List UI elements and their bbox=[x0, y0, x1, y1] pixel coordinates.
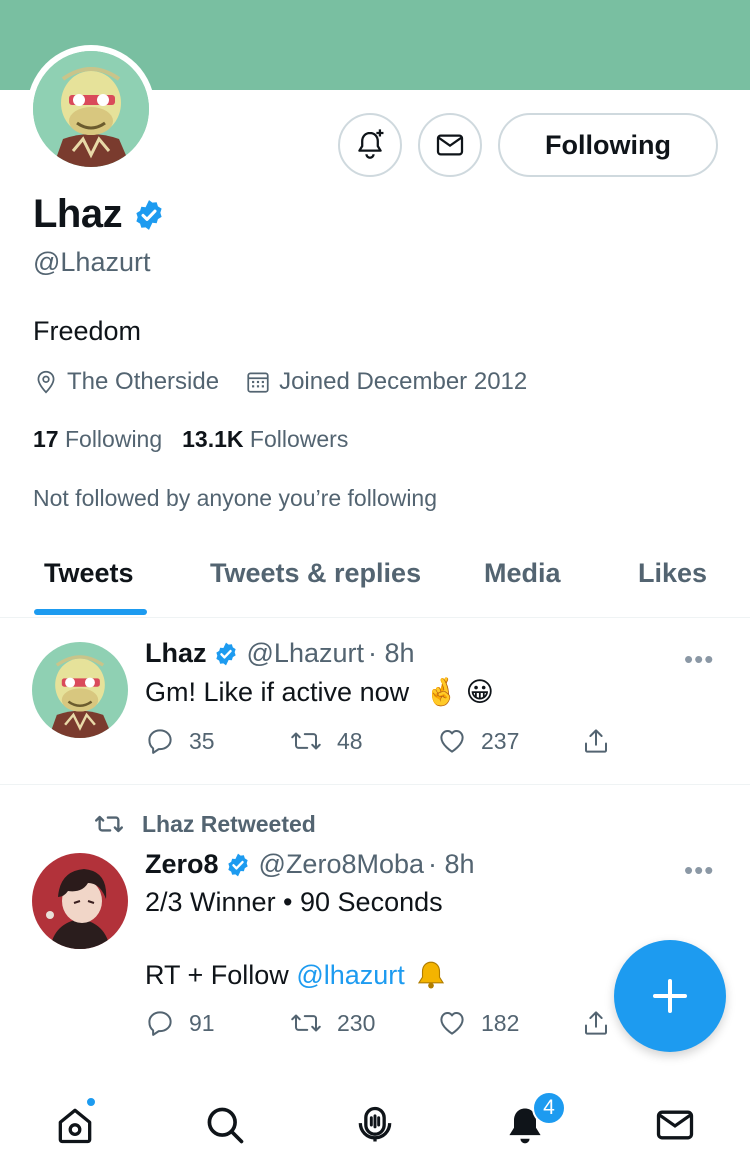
calendar-icon bbox=[247, 372, 269, 393]
tweet-text-line2: RT + Follow @lhazurt bbox=[145, 958, 449, 992]
tweet-author-name[interactable]: Lhaz bbox=[145, 638, 207, 669]
profile-name-row: Lhaz bbox=[33, 192, 166, 237]
bell-plus-icon bbox=[358, 129, 384, 159]
tweet-more-button[interactable]: ••• bbox=[684, 644, 714, 675]
retweet-action[interactable]: 48 bbox=[289, 726, 437, 756]
compose-tweet-button[interactable] bbox=[614, 940, 726, 1052]
retweet-action[interactable]: 230 bbox=[289, 1008, 437, 1038]
share-action[interactable] bbox=[581, 726, 611, 756]
retweet-icon bbox=[291, 1014, 321, 1032]
tweet-time: · 8h bbox=[428, 849, 475, 879]
mention-link[interactable]: @lhazurt bbox=[296, 960, 404, 991]
tweet-author-name[interactable]: Zero8 bbox=[145, 849, 219, 880]
ape-avatar-icon bbox=[32, 642, 128, 738]
profile-name: Lhaz bbox=[33, 192, 123, 236]
reply-count: 91 bbox=[189, 1009, 215, 1036]
reply-icon bbox=[148, 1011, 172, 1036]
tab-tweets[interactable]: Tweets bbox=[44, 558, 134, 589]
tweet-text-line1: 2/3 Winner • 90 Seconds bbox=[145, 887, 443, 917]
reply-count: 35 bbox=[189, 727, 215, 754]
like-count: 182 bbox=[481, 1009, 520, 1036]
retweeted-text: Lhaz Retweeted bbox=[142, 810, 316, 837]
retweet-icon bbox=[291, 732, 321, 750]
like-action[interactable]: 237 bbox=[437, 726, 581, 756]
nav-messages[interactable] bbox=[650, 1100, 700, 1150]
retweet-count: 48 bbox=[337, 727, 363, 754]
heart-icon bbox=[440, 1012, 464, 1035]
followers-stat[interactable]: 13.1K Followers bbox=[182, 426, 348, 453]
following-button[interactable]: Following bbox=[498, 113, 718, 177]
spaces-microphone-icon bbox=[358, 1106, 392, 1142]
share-icon bbox=[585, 1011, 607, 1035]
tweet-author-handle[interactable]: @Zero8Moba bbox=[259, 849, 424, 880]
notification-count-badge: 4 bbox=[532, 1091, 566, 1125]
tweet-emoji: 🤞 😀 bbox=[424, 677, 494, 707]
tweet-avatar[interactable] bbox=[32, 853, 128, 949]
envelope-icon bbox=[436, 134, 464, 156]
notify-bell-button[interactable] bbox=[338, 113, 402, 177]
search-icon bbox=[207, 1107, 244, 1144]
envelope-icon bbox=[656, 1110, 694, 1140]
like-count: 237 bbox=[481, 727, 520, 754]
share-action[interactable] bbox=[581, 1008, 611, 1038]
tweet-header: Zero8 @Zero8Moba · 8h bbox=[145, 849, 475, 880]
share-icon bbox=[585, 729, 607, 753]
bottom-nav bbox=[0, 1074, 750, 1174]
tweet-body: Gm! Like if active now bbox=[145, 677, 410, 707]
retweet-count: 230 bbox=[337, 1009, 376, 1036]
reply-icon bbox=[148, 729, 172, 754]
home-unread-dot bbox=[85, 1096, 97, 1108]
tweet-author-handle[interactable]: @Lhazurt bbox=[247, 638, 364, 669]
location-text: The Otherside bbox=[67, 368, 220, 395]
joined-text: Joined December 2012 bbox=[279, 368, 528, 395]
retweet-icon bbox=[94, 815, 123, 833]
tweet-header: Lhaz @Lhazurt · 8h bbox=[145, 638, 415, 669]
nav-spaces[interactable] bbox=[350, 1100, 400, 1150]
profile-bio: Freedom bbox=[33, 316, 142, 346]
active-tab-indicator bbox=[34, 609, 147, 615]
verified-badge-icon bbox=[215, 642, 236, 665]
follow-stats: 17 Following 13.1K Followers bbox=[33, 426, 348, 453]
bell-emoji-icon bbox=[417, 961, 444, 989]
tab-tweets-replies[interactable]: Tweets & replies bbox=[210, 558, 421, 589]
location-item: The Otherside bbox=[33, 368, 219, 396]
tweet-actions: 35 48 237 bbox=[145, 726, 611, 756]
plus-icon bbox=[653, 979, 687, 1013]
profile-meta: The Otherside Joined December 2012 bbox=[33, 368, 553, 396]
avatar-image bbox=[33, 51, 149, 167]
profile-handle: @Lhazurt bbox=[33, 247, 151, 277]
home-icon bbox=[58, 1108, 92, 1144]
tweet-actions: 91 230 182 bbox=[145, 1008, 611, 1038]
tab-media[interactable]: Media bbox=[484, 558, 561, 589]
verified-badge-icon bbox=[136, 199, 162, 230]
joined-item: Joined December 2012 bbox=[245, 368, 527, 396]
tweet-avatar[interactable] bbox=[32, 642, 128, 738]
following-stat[interactable]: 17 Following bbox=[33, 426, 162, 453]
anime-avatar-icon bbox=[32, 853, 128, 949]
tweet-more-button[interactable]: ••• bbox=[684, 855, 714, 886]
like-action[interactable]: 182 bbox=[437, 1008, 581, 1038]
profile-tabs: Tweets Tweets & replies Media Likes bbox=[0, 540, 750, 618]
tweet-divider bbox=[0, 784, 750, 785]
profile-avatar[interactable] bbox=[27, 45, 155, 173]
tweet-text: Gm! Like if active now 🤞 😀 bbox=[145, 676, 494, 708]
reply-action[interactable]: 35 bbox=[145, 726, 289, 756]
not-followed-note: Not followed by anyone you’re following bbox=[33, 485, 438, 511]
reply-action[interactable]: 91 bbox=[145, 1008, 289, 1038]
heart-icon bbox=[440, 730, 464, 753]
tweet-text-prefix: RT + Follow bbox=[145, 959, 297, 990]
verified-badge-icon bbox=[227, 853, 248, 876]
message-button[interactable] bbox=[418, 113, 482, 177]
retweeted-label[interactable]: Lhaz Retweeted bbox=[92, 810, 316, 838]
tab-likes[interactable]: Likes bbox=[638, 558, 707, 589]
nav-search[interactable] bbox=[200, 1100, 250, 1150]
tweet-time: · 8h bbox=[367, 638, 415, 668]
location-pin-icon bbox=[37, 370, 55, 394]
ape-avatar-icon bbox=[33, 51, 149, 167]
